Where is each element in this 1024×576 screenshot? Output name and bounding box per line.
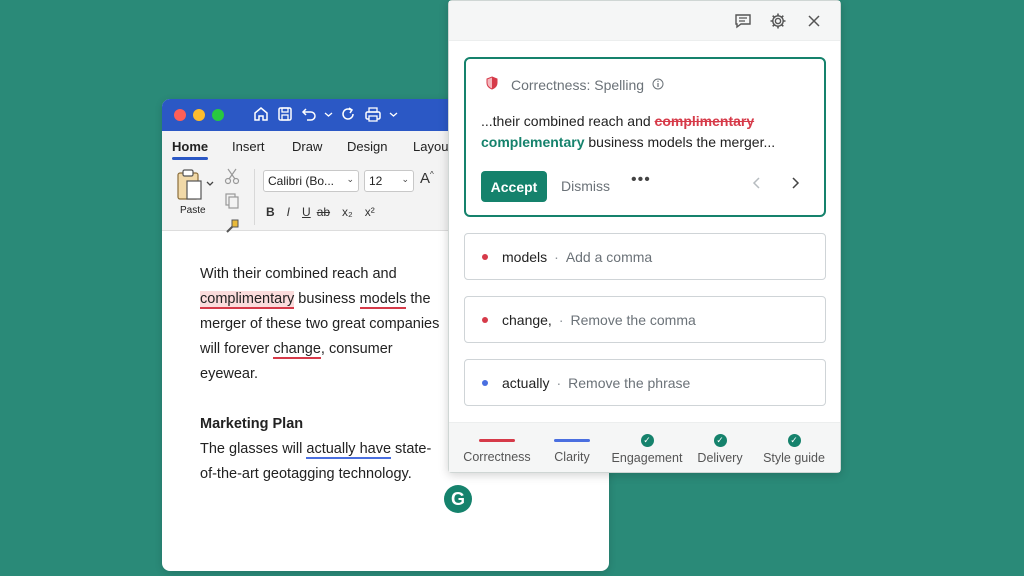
severity-dot: [482, 253, 488, 260]
suggestion-card[interactable]: models · Add a comma: [464, 233, 826, 280]
doc-text: The glasses will: [200, 441, 307, 457]
category-tab-label: Correctness: [463, 450, 531, 464]
suggestion-card[interactable]: change, · Remove the comma: [464, 296, 826, 343]
format-painter-icon[interactable]: [224, 217, 240, 240]
home-icon[interactable]: [252, 105, 270, 123]
check-icon: ✓: [640, 434, 654, 447]
tab-clarity[interactable]: Clarity: [547, 423, 597, 464]
category-label: Correctness: Spelling: [511, 76, 645, 93]
strikethrough-button[interactable]: ab: [317, 205, 330, 219]
grammarly-panel: Correctness: Spelling ...their combined …: [448, 0, 841, 473]
tab-insert[interactable]: Insert: [232, 139, 265, 154]
tab-style-guide[interactable]: ✓ Style guide: [759, 423, 829, 465]
context-before: ...their combined reach and: [481, 113, 655, 129]
suggestion-word: actually: [502, 374, 550, 391]
paste-label: Paste: [180, 205, 206, 216]
suggestion-card-active[interactable]: Correctness: Spelling ...their combined …: [464, 57, 826, 217]
check-icon: ✓: [787, 434, 801, 447]
doc-text: With their combined reach and: [200, 266, 397, 282]
close-icon[interactable]: [806, 12, 822, 35]
feedback-icon[interactable]: [734, 12, 752, 35]
print-icon[interactable]: [363, 105, 383, 123]
undo-dropdown-icon[interactable]: [324, 105, 333, 123]
tab-design[interactable]: Design: [347, 139, 387, 154]
doc-paragraph-1: With their combined reach and compliment…: [200, 262, 440, 387]
suggestion-hint: Remove the comma: [570, 311, 696, 328]
tab-engagement[interactable]: ✓ Engagement: [609, 423, 685, 465]
correctness-bar: [479, 439, 515, 442]
cut-icon[interactable]: [224, 167, 240, 190]
font-name-value: Calibri (Bo...: [268, 174, 335, 188]
info-icon[interactable]: [652, 77, 664, 93]
minimize-window-button[interactable]: [193, 109, 205, 121]
divider: [254, 169, 255, 225]
separator: ·: [558, 311, 564, 328]
italic-button[interactable]: I: [287, 205, 290, 219]
doc-heading: Marketing Plan: [200, 416, 304, 432]
clarity-bar: [554, 439, 590, 442]
clarity-issue-underline[interactable]: actually have: [306, 441, 392, 459]
bold-button[interactable]: B: [266, 205, 275, 219]
dismiss-button[interactable]: Dismiss: [561, 178, 610, 194]
check-icon: ✓: [713, 434, 727, 447]
comma-issue-underline[interactable]: models: [359, 291, 407, 309]
severity-dot: [482, 379, 488, 386]
spelling-error-highlight[interactable]: complimentary: [200, 291, 295, 309]
tab-draw[interactable]: Draw: [292, 139, 322, 154]
category-tab-label: Clarity: [554, 450, 590, 464]
suggestion-text: ...their combined reach and complimentar…: [481, 111, 816, 153]
separator: ·: [556, 374, 562, 391]
category-tab-label: Engagement: [611, 451, 683, 465]
context-after: business models the merger...: [584, 134, 776, 150]
font-name-select[interactable]: Calibri (Bo... ⌄: [263, 170, 359, 192]
panel-header: [449, 1, 840, 41]
category-tabs: Correctness Clarity ✓ Engagement ✓ Deliv…: [449, 422, 840, 472]
separator: ·: [554, 248, 559, 265]
suggestion-word: models: [502, 248, 548, 265]
subscript-button[interactable]: x₂: [342, 205, 353, 219]
gear-icon[interactable]: [769, 12, 787, 35]
suggestion-card[interactable]: actually · Remove the phrase: [464, 359, 826, 406]
original-word: complimentary: [654, 113, 755, 129]
grammarly-logo-icon[interactable]: G: [444, 485, 472, 513]
chevron-left-icon[interactable]: [752, 176, 762, 195]
grow-font-icon[interactable]: A^: [420, 170, 434, 187]
copy-icon[interactable]: [224, 192, 240, 215]
tab-delivery[interactable]: ✓ Delivery: [695, 423, 745, 465]
suggestion-category: Correctness: Spelling: [485, 76, 664, 93]
suggestion-word: change,: [502, 311, 552, 328]
doc-paragraph-2: The glasses will actually have state-of-…: [200, 437, 440, 487]
superscript-button[interactable]: x²: [365, 205, 375, 219]
suggestion-hint: Remove the phrase: [568, 374, 691, 391]
undo-icon[interactable]: [300, 105, 318, 123]
tab-correctness[interactable]: Correctness: [461, 423, 533, 464]
doc-text: business: [294, 291, 360, 307]
category-tab-label: Delivery: [697, 451, 743, 465]
replacement-word[interactable]: complementary: [481, 134, 584, 150]
accept-button[interactable]: Accept: [481, 171, 547, 202]
tab-layout[interactable]: Layou: [413, 139, 448, 154]
chevron-down-icon: ⌄: [401, 174, 409, 184]
more-options-button[interactable]: •••: [631, 171, 651, 189]
shield-icon: [485, 76, 499, 93]
suggestion-hint: Add a comma: [565, 248, 653, 265]
customize-dropdown-icon[interactable]: [389, 105, 398, 123]
chevron-right-icon[interactable]: [790, 176, 800, 195]
category-tab-label: Style guide: [763, 451, 825, 465]
document-body[interactable]: With their combined reach and compliment…: [200, 262, 440, 487]
tab-home[interactable]: Home: [172, 139, 209, 160]
close-window-button[interactable]: [174, 109, 186, 121]
save-icon[interactable]: [276, 105, 294, 123]
comma-issue-underline[interactable]: change: [273, 341, 321, 359]
underline-button[interactable]: U: [302, 205, 311, 219]
font-size-value: 12: [369, 174, 383, 188]
paste-icon[interactable]: [176, 167, 216, 208]
chevron-down-icon: ⌄: [346, 174, 354, 184]
maximize-window-button[interactable]: [212, 109, 224, 121]
font-size-select[interactable]: 12 ⌄: [364, 170, 414, 192]
severity-dot: [482, 316, 488, 323]
redo-icon[interactable]: [339, 105, 357, 123]
